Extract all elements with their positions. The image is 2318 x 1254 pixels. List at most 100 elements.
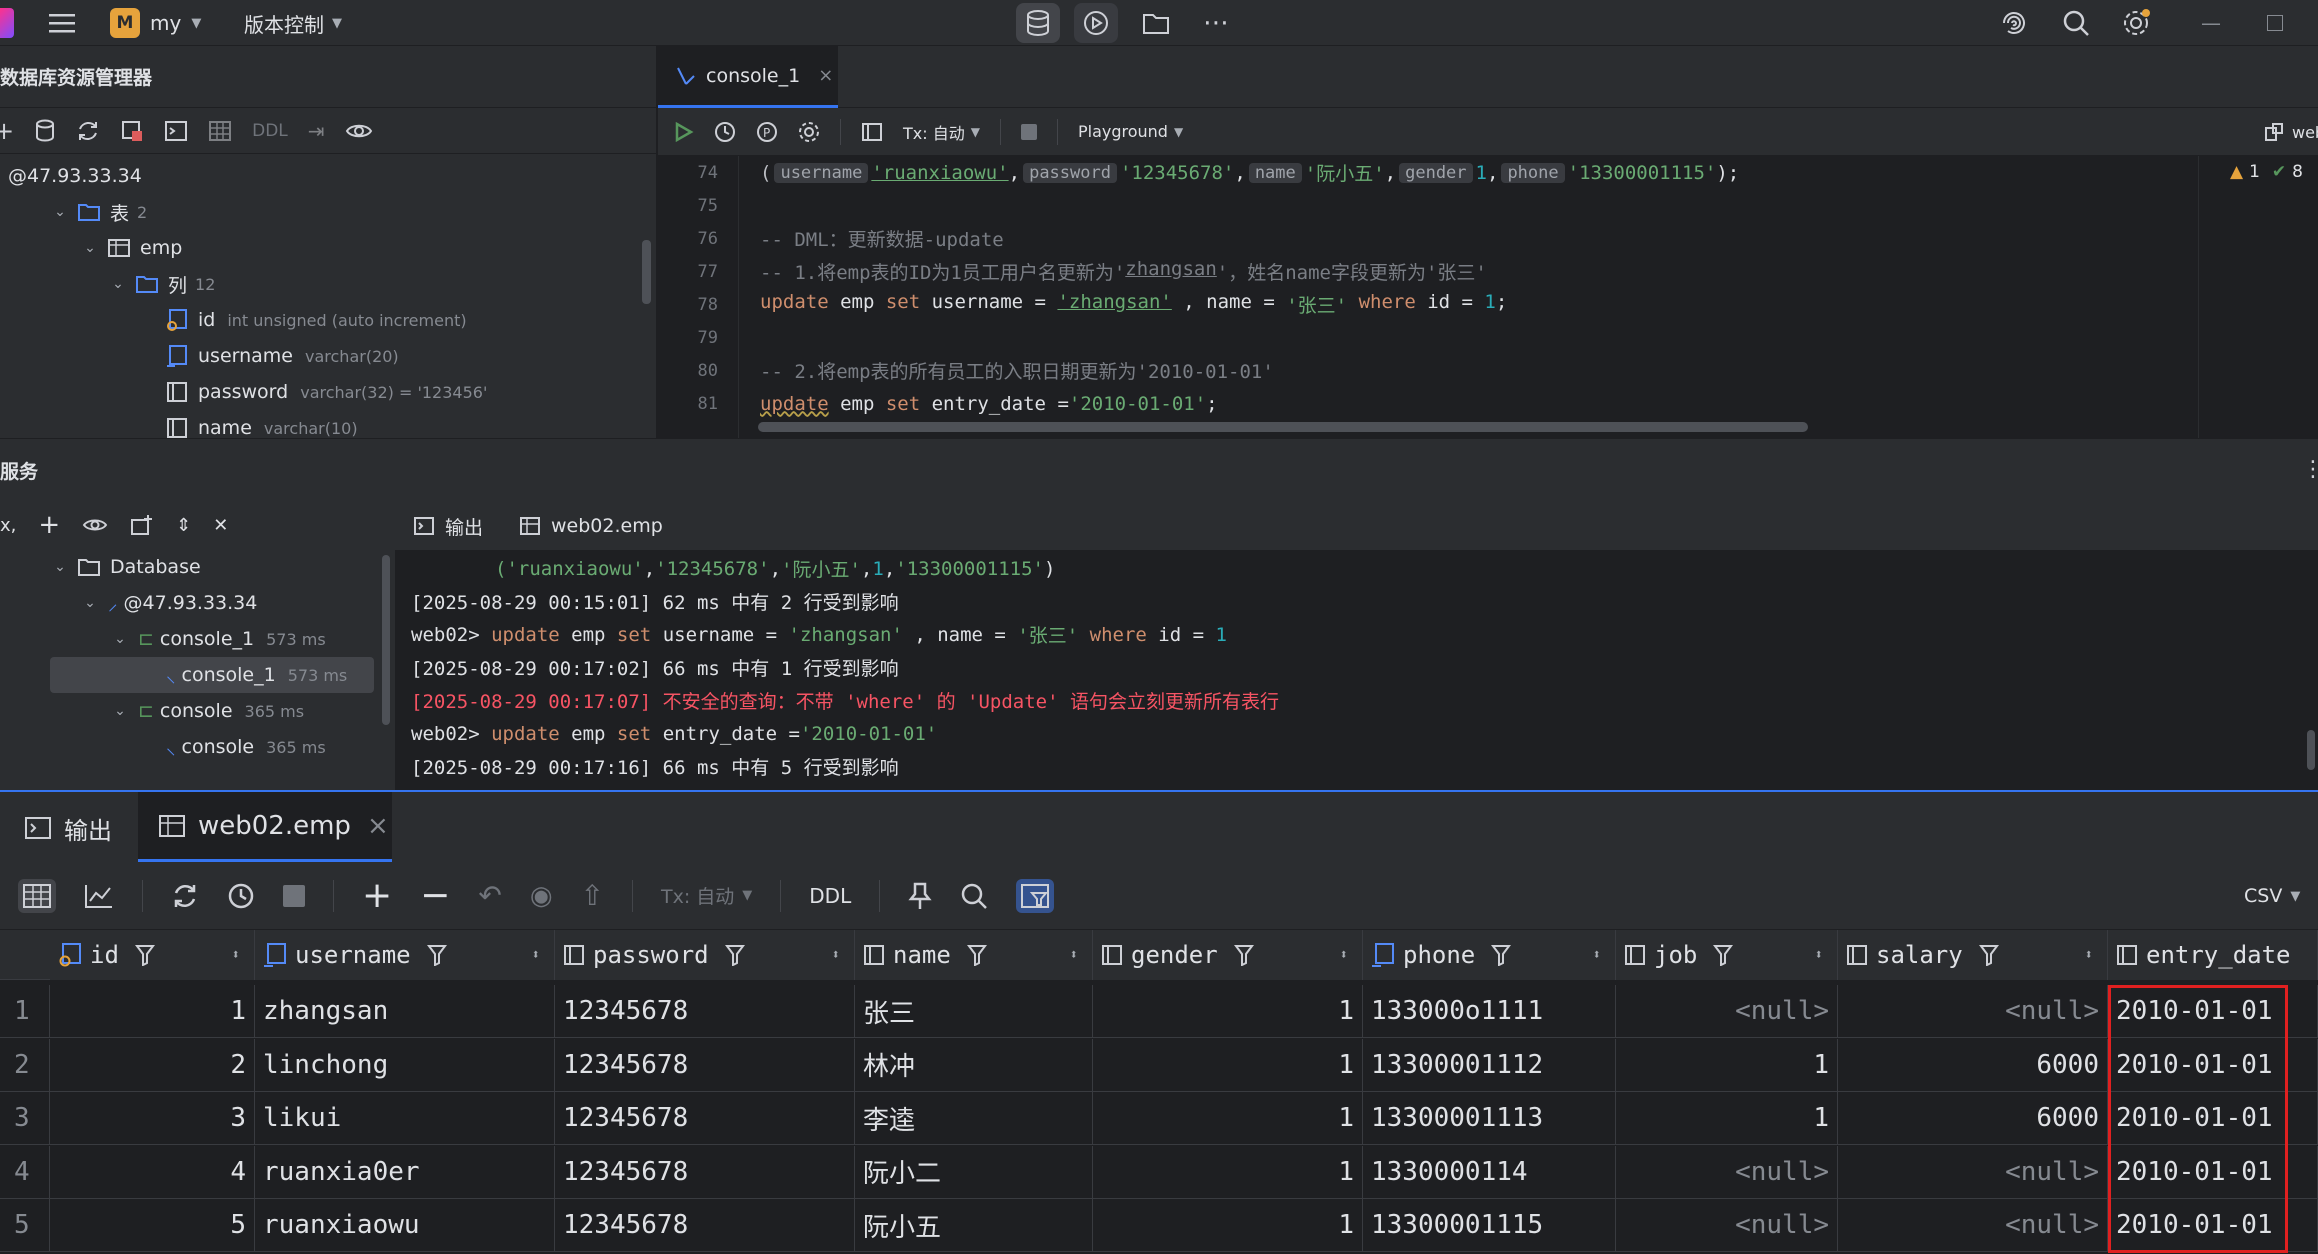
cell-gender[interactable]: 1 [1093, 1145, 1363, 1199]
close-icon[interactable]: × [818, 65, 833, 86]
cell-password[interactable]: 12345678 [555, 1199, 855, 1253]
row-number[interactable]: 4 [0, 1145, 50, 1199]
cell-id[interactable]: 4 [50, 1145, 255, 1199]
horizontal-scrollbar[interactable] [758, 422, 1808, 432]
cell-phone[interactable]: 1330000114 [1363, 1145, 1616, 1199]
cell-gender[interactable]: 1 [1093, 985, 1363, 1038]
settings-gear-icon[interactable] [2118, 0, 2154, 46]
project-switcher[interactable]: M my ▼ [110, 0, 201, 46]
column-header-salary[interactable]: salary ⬍ [1838, 930, 2108, 980]
cell-name[interactable]: 林冲 [855, 1038, 1093, 1092]
svc-tree-host[interactable]: ⌄ ⸝ @47.93.33.34 [80, 585, 257, 621]
filter-view-icon[interactable] [1016, 878, 1055, 913]
svc-tree-console1-item[interactable]: ⸜ console_1 573 ms [50, 657, 374, 693]
history-icon[interactable] [227, 882, 255, 910]
minimize-icon[interactable]: — [2196, 0, 2226, 46]
svc-tree-database[interactable]: ⌄ Database [50, 549, 201, 585]
chevron-down-icon[interactable]: ⌄ [50, 204, 70, 220]
svc-tree-console1-group[interactable]: ⌄ ⊏ console_1 573 ms [110, 621, 326, 657]
session-selector[interactable]: web [2264, 108, 2318, 156]
tree-column-username[interactable]: username varchar(20) [166, 338, 399, 374]
ddl-button[interactable]: DDL [809, 884, 851, 908]
cell-name[interactable]: 张三 [855, 985, 1093, 1038]
folder-icon[interactable] [1138, 0, 1174, 46]
add-icon[interactable]: + [38, 510, 60, 540]
main-menu-icon[interactable] [44, 0, 80, 46]
column-header-phone[interactable]: phone ⬍ [1363, 930, 1616, 980]
services-tool-button[interactable] [1074, 0, 1118, 46]
ddl-button[interactable]: DDL [252, 121, 288, 141]
refresh-icon[interactable] [76, 119, 100, 143]
tab-console-1[interactable]: console_1 × [658, 46, 838, 108]
svc-tree-console-group[interactable]: ⌄ ⊏ console 365 ms [110, 693, 304, 729]
cell-id[interactable]: 5 [50, 1199, 255, 1253]
cell-job[interactable]: <null> [1616, 985, 1838, 1038]
cell-name[interactable]: 阮小二 [855, 1145, 1093, 1199]
search-icon[interactable] [2058, 0, 2094, 46]
transaction-mode-dropdown[interactable]: Tx: 自动 ▼ [903, 120, 980, 144]
column-header-password[interactable]: password ⬍ [555, 930, 855, 980]
collapse-all-icon[interactable]: ✕ [213, 515, 228, 536]
cell-phone[interactable]: 13300001112 [1363, 1038, 1616, 1092]
cell-job[interactable]: 1 [1616, 1038, 1838, 1092]
filter-icon[interactable] [724, 944, 745, 966]
column-header-entry-date[interactable]: entry_date [2108, 930, 2318, 980]
tree-column-name[interactable]: name varchar(10) [166, 410, 358, 438]
output-scrollbar[interactable] [2307, 730, 2315, 770]
cell-phone[interactable]: 133000o1111 [1363, 985, 1616, 1038]
run-icon[interactable] [672, 121, 694, 143]
tree-tables-folder[interactable]: ⌄ 表 2 [50, 194, 147, 230]
more-icon[interactable]: ⋯ [1198, 0, 1234, 46]
eye-icon[interactable] [82, 516, 108, 534]
filter-icon[interactable] [134, 944, 155, 966]
export-format-dropdown[interactable]: CSV ▼ [2244, 862, 2300, 930]
cell-id[interactable]: 3 [50, 1092, 255, 1146]
history-icon[interactable] [714, 121, 736, 143]
add-row-icon[interactable]: + [362, 877, 392, 914]
cell-salary[interactable]: <null> [1838, 1145, 2108, 1199]
delete-row-icon[interactable]: − [420, 877, 450, 914]
datasource-icon[interactable] [34, 119, 56, 143]
cell-password[interactable]: 12345678 [555, 1092, 855, 1146]
row-number[interactable]: 5 [0, 1199, 50, 1253]
column-header-gender[interactable]: gender ⬍ [1093, 930, 1363, 980]
cell-username[interactable]: linchong [255, 1038, 555, 1092]
add-icon[interactable]: + [0, 117, 14, 145]
cell-gender[interactable]: 1 [1093, 1092, 1363, 1146]
chevron-down-icon[interactable]: ⌄ [108, 276, 128, 292]
explain-plan-icon[interactable]: P [756, 121, 778, 143]
eye-icon[interactable] [345, 121, 373, 141]
tree-columns-folder[interactable]: ⌄ 列 12 [108, 266, 215, 302]
column-header-username[interactable]: username ⬍ [255, 930, 555, 980]
stop-icon[interactable] [283, 884, 305, 907]
playground-dropdown[interactable]: Playground ▼ [1078, 122, 1183, 141]
tree-host[interactable]: @47.93.33.34 [8, 158, 142, 194]
maximize-icon[interactable] [2260, 0, 2290, 46]
column-header-job[interactable]: job ⬍ [1616, 930, 1838, 980]
expand-all-icon[interactable]: ⇕ [176, 515, 191, 536]
database-tool-button[interactable] [1016, 0, 1060, 46]
row-number[interactable]: 1 [0, 985, 50, 1038]
cell-id[interactable]: 2 [50, 1038, 255, 1092]
cell-username[interactable]: zhangsan [255, 985, 555, 1038]
refresh-icon[interactable] [171, 882, 199, 910]
grid-view-icon[interactable] [18, 878, 56, 913]
cell-username[interactable]: likui [255, 1092, 555, 1146]
cell-job[interactable]: <null> [1616, 1199, 1838, 1253]
code-editor[interactable]: 74 ( username 'ruanxiaowu', password '12… [658, 156, 2318, 438]
row-number[interactable]: 3 [0, 1092, 50, 1146]
chevron-down-icon[interactable]: ⌄ [50, 559, 70, 575]
sort-icon[interactable]: ⬍ [1340, 947, 1348, 963]
results-tab-output[interactable]: 输出 [24, 802, 112, 854]
ai-assistant-icon[interactable] [1996, 0, 2032, 46]
explorer-scrollbar[interactable] [642, 240, 651, 304]
services-scrollbar[interactable] [382, 555, 390, 725]
console-icon[interactable] [164, 120, 188, 142]
tree-table-emp[interactable]: ⌄ emp [80, 230, 182, 266]
sort-icon[interactable]: ⬍ [232, 947, 240, 963]
sort-icon[interactable]: ⬍ [532, 947, 540, 963]
cell-username[interactable]: ruanxiaowu [255, 1199, 555, 1253]
stop-icon[interactable] [1020, 123, 1037, 140]
tree-column-password[interactable]: password varchar(32) = '123456' [166, 374, 487, 410]
tab-web02-emp[interactable]: web02.emp [519, 515, 663, 537]
